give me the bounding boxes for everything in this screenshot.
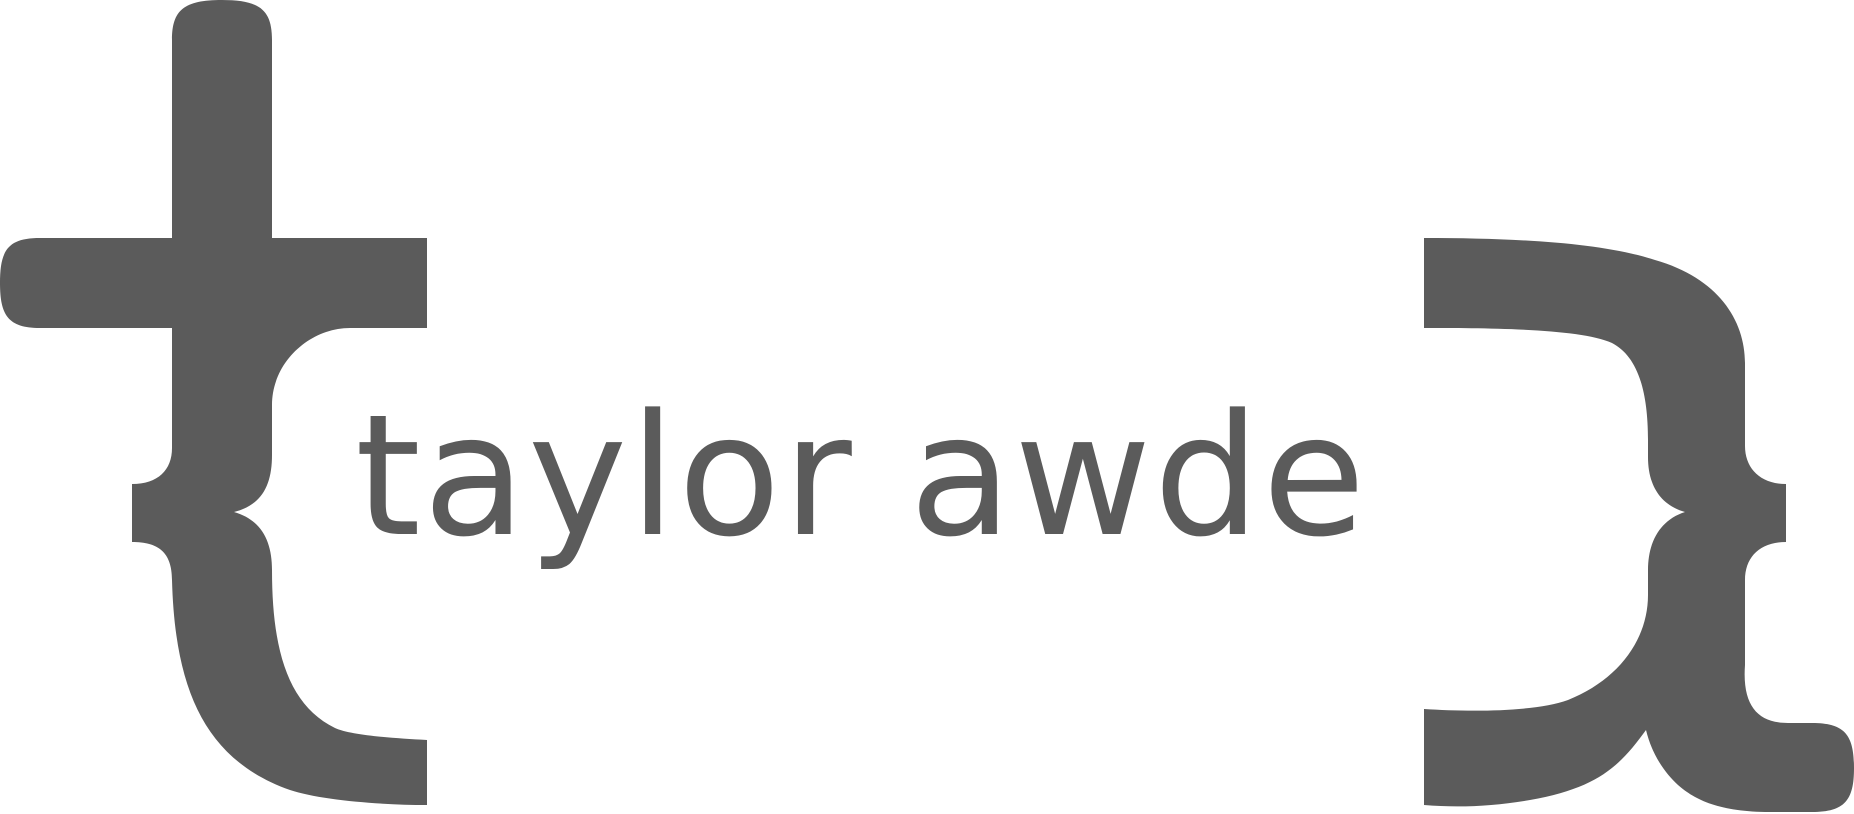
brand-wordmark: taylor awde <box>355 378 1368 574</box>
stylized-a-brace-icon <box>1424 238 1854 812</box>
taylor-awde-logo: taylor awde <box>0 0 1854 814</box>
